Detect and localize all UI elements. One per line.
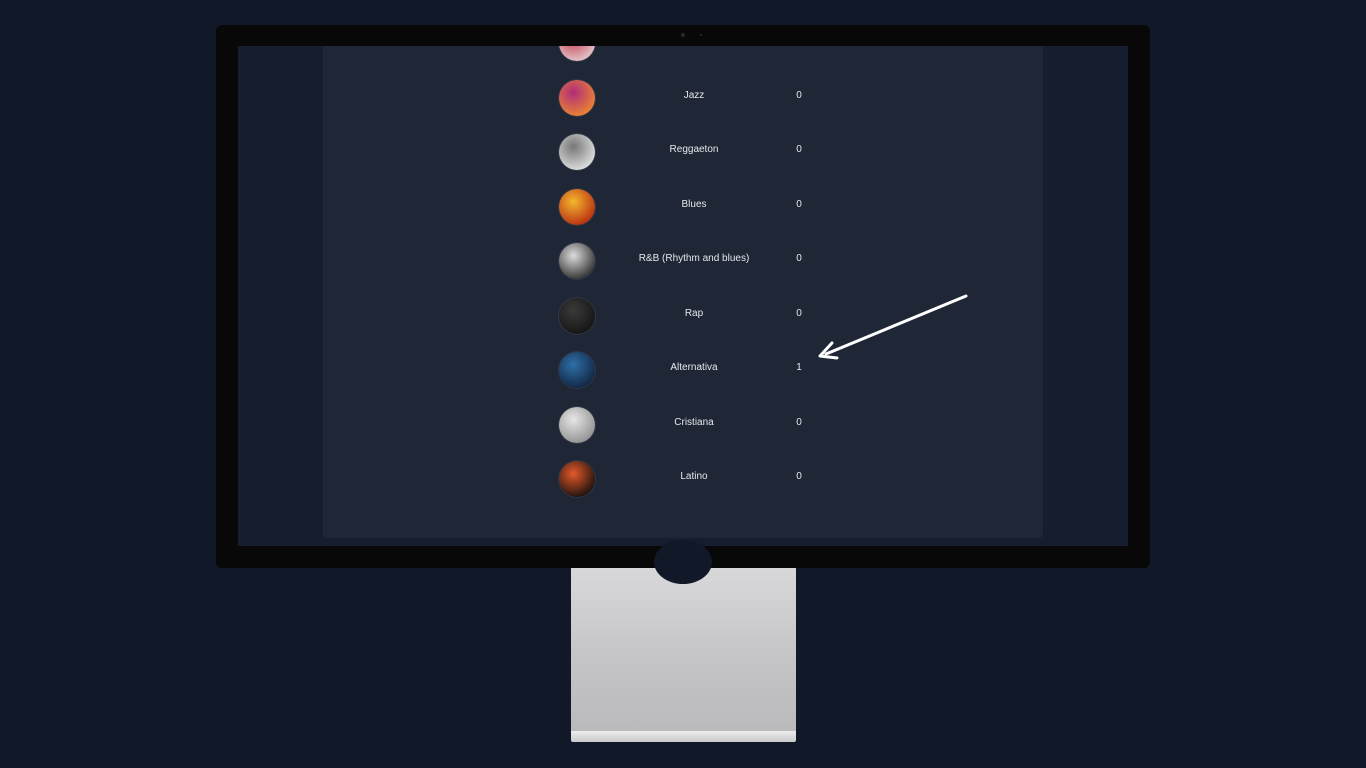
annotation-arrow: [818, 294, 968, 360]
presentation-stage: Jazz 0 Reggaeton 0 Blues 0 R&B (Rhythm and blu…: [0, 0, 1366, 768]
